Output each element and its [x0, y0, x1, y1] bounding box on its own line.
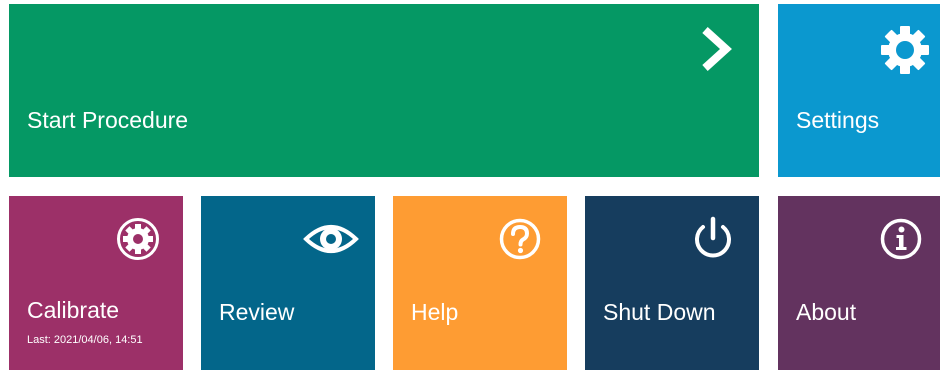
- start-procedure-tile[interactable]: Start Procedure: [9, 4, 759, 177]
- settings-tile[interactable]: Settings: [778, 4, 940, 177]
- calibrate-tile[interactable]: Calibrate Last: 2021/04/06, 14:51: [9, 196, 183, 370]
- last-calibration-text: Last: 2021/04/06, 14:51: [27, 334, 143, 346]
- info-icon: [880, 218, 922, 260]
- chevron-right-icon: [699, 26, 733, 72]
- gear-icon: [880, 25, 930, 75]
- power-icon: [691, 216, 735, 262]
- shut-down-label: Shut Down: [603, 299, 716, 325]
- question-icon: [499, 218, 541, 260]
- start-procedure-label: Start Procedure: [27, 107, 189, 133]
- review-label: Review: [219, 299, 295, 325]
- eye-icon: [303, 221, 359, 257]
- shut-down-tile[interactable]: Shut Down: [585, 196, 759, 370]
- calibrate-label: Calibrate: [27, 297, 120, 323]
- help-tile[interactable]: Help: [393, 196, 567, 370]
- review-tile[interactable]: Review: [201, 196, 375, 370]
- about-tile[interactable]: About: [778, 196, 940, 370]
- calibrate-gear-icon: [116, 217, 160, 261]
- about-label: About: [796, 299, 857, 325]
- help-label: Help: [411, 299, 459, 325]
- settings-label: Settings: [796, 107, 880, 133]
